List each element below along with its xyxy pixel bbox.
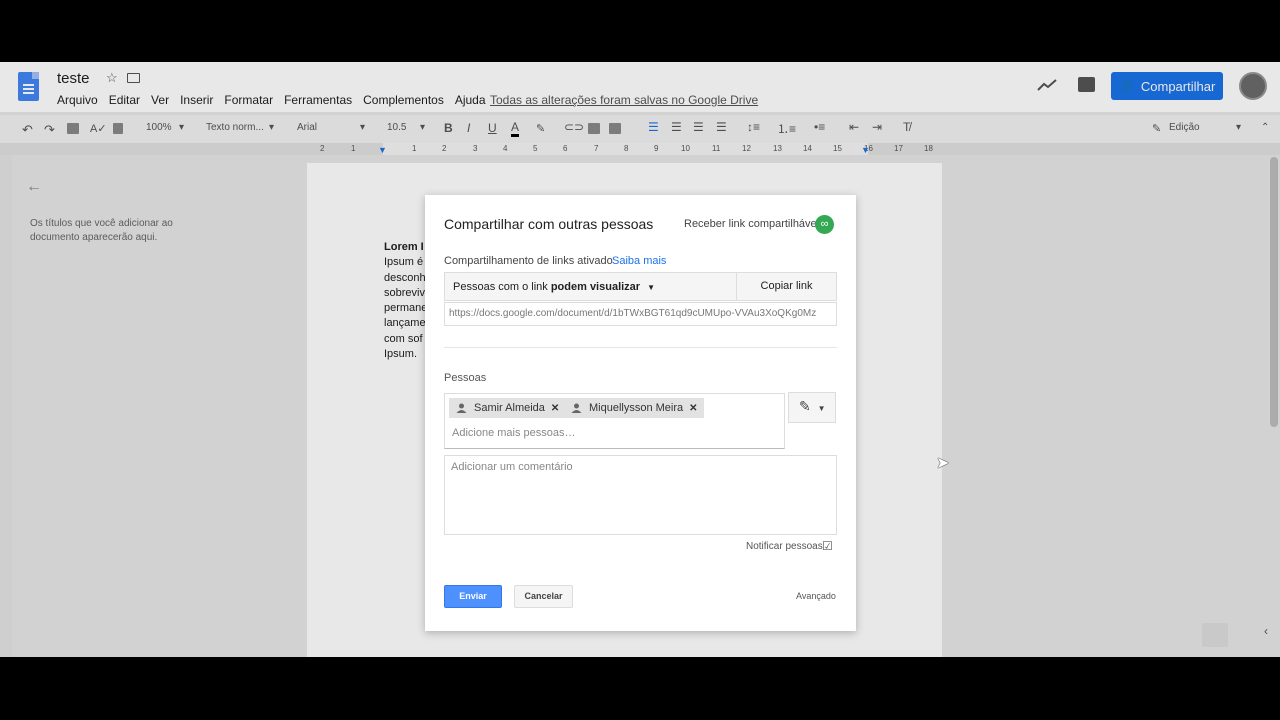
pencil-icon: ✎ [799,398,811,414]
notify-people-label[interactable]: Notificar pessoas [746,541,823,552]
mouse-pointer-icon: ➤ [936,455,950,472]
cancel-button[interactable]: Cancelar [514,585,573,608]
notify-checkbox-checked-icon[interactable]: ☑ [822,539,833,553]
remove-person-icon[interactable]: ✕ [689,403,697,414]
remove-person-icon[interactable]: ✕ [551,403,559,414]
chevron-down-icon: ▼ [817,404,826,413]
share-dialog: Compartilhar com outras pessoas Receber … [425,195,856,631]
link-icon[interactable]: ∞ [815,215,834,234]
learn-more-link[interactable]: Saiba mais [612,255,666,267]
share-url-field[interactable]: https://docs.google.com/document/d/1bTWx… [444,302,837,326]
permission-prefix: Pessoas com o link [453,281,548,293]
person-icon [456,403,467,413]
link-permission-select[interactable]: Pessoas com o link podem visualizar ▼ [444,272,737,301]
people-input[interactable]: Samir Almeida ✕ Miquellysson Meira ✕ Adici… [444,393,785,449]
person-icon [571,403,582,413]
get-shareable-link[interactable]: Receber link compartilhável [684,218,819,230]
add-people-placeholder: Adicione mais pessoas… [452,427,576,439]
permission-value: podem visualizar [550,281,641,293]
person-chip[interactable]: Miquellysson Meira ✕ [564,398,704,418]
permission-role-button[interactable]: ✎ ▼ [788,392,836,423]
dialog-title: Compartilhar com outras pessoas [444,216,654,232]
people-label: Pessoas [444,372,487,384]
advanced-link[interactable]: Avançado [796,591,836,601]
copy-link-button[interactable]: Copiar link [737,272,837,301]
send-button[interactable]: Enviar [444,585,502,608]
person-chip-name: Miquellysson Meira [589,402,684,414]
app-window: teste ☆ Arquivo Editar Ver Inserir Forma… [0,62,1280,657]
person-chip-name: Samir Almeida [474,402,545,414]
caret-down-icon: ▼ [647,283,656,292]
person-chip[interactable]: Samir Almeida ✕ [449,398,566,418]
divider [444,347,837,348]
link-sharing-status: Compartilhamento de links ativado [444,255,613,267]
comment-textarea[interactable]: Adicionar um comentário [444,455,837,535]
